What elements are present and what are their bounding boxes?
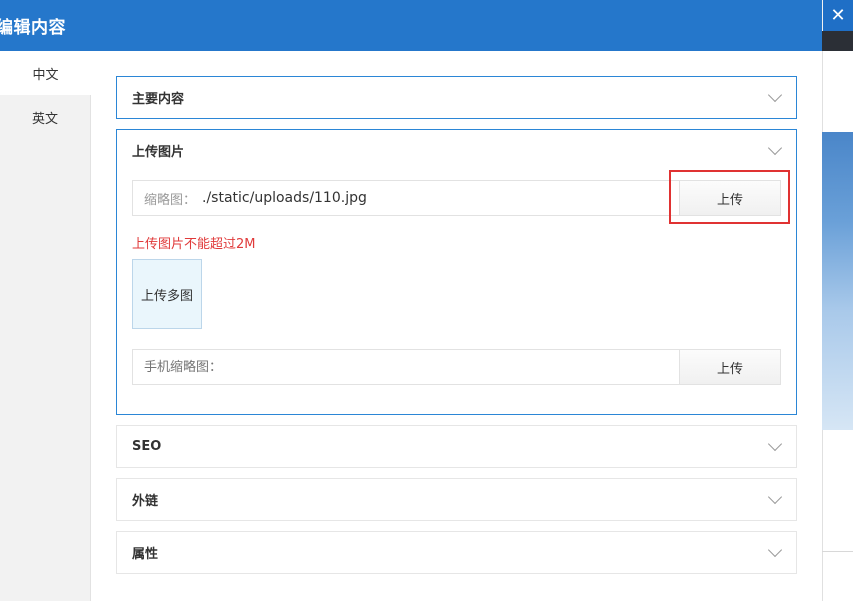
highlight-annotation [669,170,790,224]
multi-image-upload-button[interactable]: 上传多图 [132,259,202,329]
chevron-down-icon [767,489,783,505]
mobile-thumbnail-upload-button[interactable]: 上传 [679,350,780,384]
close-icon: ✕ [830,4,846,26]
panel-main-content-header[interactable]: 主要内容 [117,77,796,118]
mobile-thumbnail-input[interactable] [133,350,679,384]
background-page [822,0,853,601]
tab-english[interactable]: 英文 [0,95,90,139]
panel-seo-header[interactable]: SEO [117,426,796,467]
modal-header: 编辑内容 [0,0,822,51]
mobile-thumbnail-upload-row: 上传 [132,349,781,385]
language-sidebar: 中文 英文 [0,51,91,601]
modal-title: 编辑内容 [0,18,66,38]
panel-external-links-header[interactable]: 外链 [117,479,796,520]
panel-title: 上传图片 [132,145,185,160]
background-divider [822,551,853,552]
panel-title: 属性 [132,547,159,562]
panel-seo: SEO [116,425,797,468]
chevron-down-icon [767,140,783,156]
chevron-down-icon [767,542,783,558]
close-button[interactable]: ✕ [823,0,853,31]
panel-title: SEO [132,439,162,454]
chevron-down-icon [767,87,783,103]
panel-title: 主要内容 [132,92,185,107]
panel-attributes-header[interactable]: 属性 [117,532,796,573]
tab-label: 中文 [32,67,59,83]
background-panel [822,51,853,132]
thumbnail-label: 缩略图： [144,192,197,208]
tab-chinese[interactable]: 中文 [0,51,91,95]
panel-main-content: 主要内容 [116,76,797,119]
panel-attributes: 属性 [116,531,797,574]
panel-external-links: 外链 [116,478,797,521]
panel-upload-images-header[interactable]: 上传图片 [117,130,796,171]
panel-title: 外链 [132,494,159,509]
chevron-down-icon [767,436,783,452]
tab-label: 英文 [31,111,58,127]
background-image [822,132,853,430]
background-panel [822,430,853,601]
background-nav-bar [822,31,853,51]
thumbnail-path-field[interactable]: ./static/uploads/110.jpg [202,190,679,206]
edit-content-modal: 编辑内容 中文 英文 主要内容 上传图片 缩略图： ./static/uploa… [0,0,822,601]
accordion: 主要内容 上传图片 缩略图： ./static/uploads/110.jpg … [116,76,797,584]
size-warning: 上传图片不能超过2M [132,237,256,252]
